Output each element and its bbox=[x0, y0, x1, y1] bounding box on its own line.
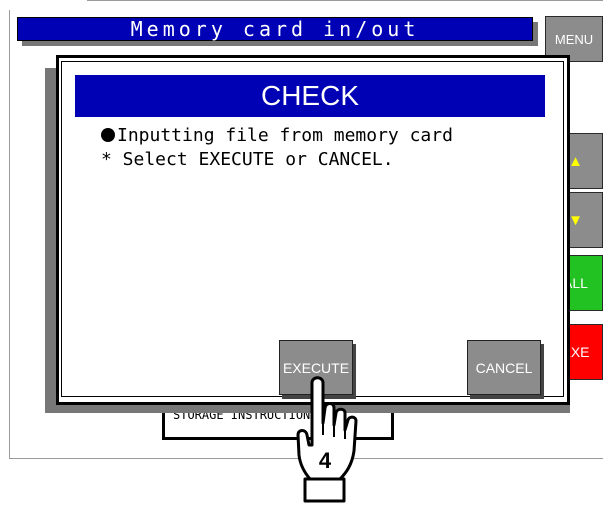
pointing-hand-icon: 4 bbox=[296, 376, 358, 503]
step-number: 4 bbox=[319, 448, 332, 473]
page-title: Memory card in/out bbox=[17, 17, 533, 41]
screen-top-border bbox=[87, 0, 603, 1]
arrow-up-icon: ▲ bbox=[568, 152, 583, 170]
screen: Memory card in/out MENU ▲ ▼ ALL EXE STOR… bbox=[0, 0, 603, 513]
arrow-down-icon: ▼ bbox=[568, 211, 583, 229]
bullet-icon bbox=[101, 128, 115, 142]
dialog-message-line2: * Select EXECUTE or CANCEL. bbox=[101, 149, 394, 170]
dialog-title: CHECK bbox=[75, 75, 545, 117]
dialog-message-line1: Inputting file from memory card bbox=[101, 125, 453, 146]
dialog-message-text: Inputting file from memory card bbox=[117, 125, 453, 146]
cancel-button[interactable]: CANCEL bbox=[467, 340, 541, 395]
